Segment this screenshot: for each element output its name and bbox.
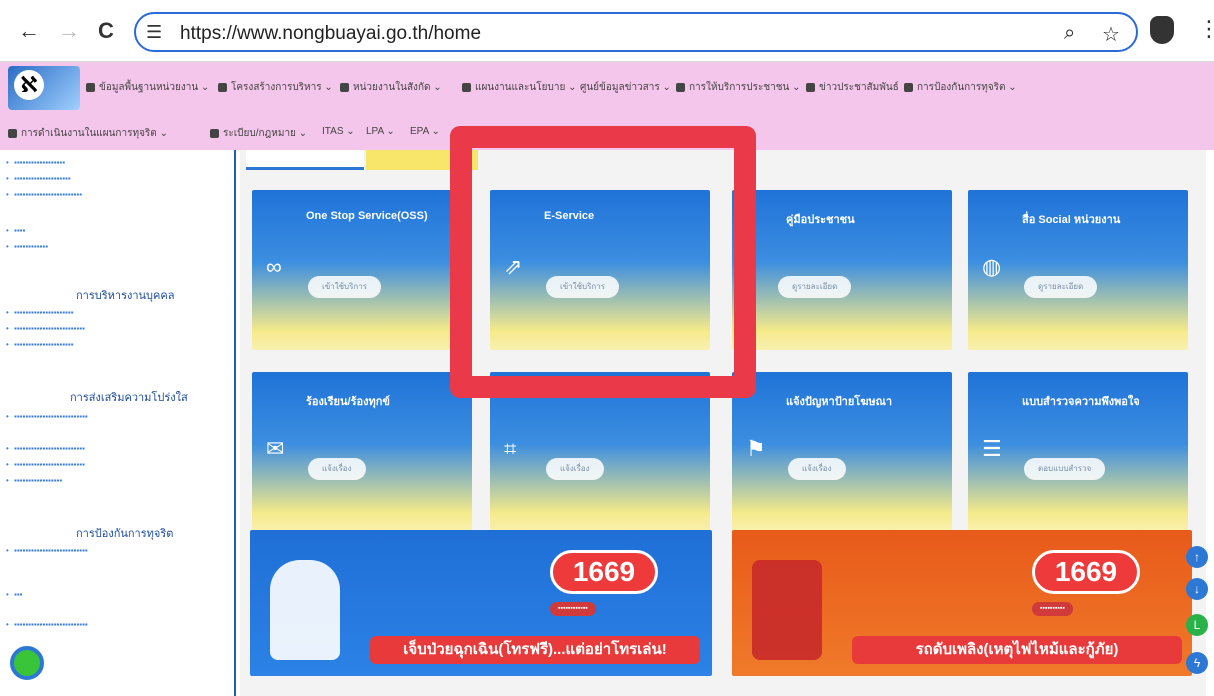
card-button[interactable]: แจ้งเรื่อง <box>788 458 846 480</box>
browser-menu-icon[interactable]: ⋮ <box>1198 16 1214 42</box>
fire-banner[interactable]: 1669 ▪▪▪▪▪▪▪▪▪▪ รถดับเพลิง(เหตุไฟไหม้และ… <box>732 530 1192 676</box>
nav-item[interactable]: EPA ⌄ <box>410 126 440 137</box>
card-button[interactable]: เข้าใช้บริการ <box>308 276 382 298</box>
sidebar-link[interactable]: ▪▪▪▪▪▪▪▪▪▪▪▪▪▪▪▪▪ <box>6 476 62 485</box>
service-card-social[interactable]: สื่อ Social หน่วยงาน ◍ ดูรายละเอียด <box>968 190 1188 350</box>
nav-item[interactable]: แผนงานและนโยบาย ⌄ <box>462 80 576 95</box>
card-button[interactable]: ตอบแบบสำรวจ <box>1024 458 1106 480</box>
sidebar-link[interactable]: ▪▪▪▪▪▪▪▪▪▪▪▪▪▪▪▪▪▪▪▪▪▪▪▪▪▪ <box>6 546 88 555</box>
nav-item[interactable]: ระเบียบ/กฎหมาย ⌄ <box>210 126 307 141</box>
list-icon: ☰ <box>982 436 1002 461</box>
bookmark-star-icon[interactable]: ☆ <box>1102 22 1120 47</box>
hotline-subtitle: ▪▪▪▪▪▪▪▪▪▪▪▪ <box>550 602 596 616</box>
forward-icon[interactable]: → <box>58 16 80 46</box>
sidebar: ▪▪▪▪▪▪▪▪▪▪▪▪▪▪▪▪▪▪ ▪▪▪▪▪▪▪▪▪▪▪▪▪▪▪▪▪▪▪▪ … <box>0 150 236 696</box>
sidebar-link[interactable]: ▪▪▪▪▪▪▪▪▪▪▪▪▪▪▪▪▪▪▪▪▪▪▪▪▪ <box>6 324 85 333</box>
back-icon[interactable]: ← <box>18 16 40 46</box>
highlight-frame <box>450 126 756 398</box>
nav-item[interactable]: การดำเนินงานในแผนการทุจริต ⌄ <box>8 126 168 141</box>
sidebar-heading: การป้องกันการทุจริต <box>76 528 174 540</box>
emergency-banner[interactable]: 1669 ▪▪▪▪▪▪▪▪▪▪▪▪ เจ็บป่วยฉุกเฉิน(โทรฟรี… <box>250 530 712 676</box>
sidebar-heading: การบริหารงานบุคคล <box>76 290 175 302</box>
link-icon: ∞ <box>266 254 282 279</box>
service-card-oss[interactable]: One Stop Service(OSS) ∞ เข้าใช้บริการ <box>252 190 472 350</box>
scroll-down-icon[interactable]: ↓ <box>1186 578 1208 600</box>
card-title: คู่มือประชาชน <box>786 214 855 226</box>
sidebar-link[interactable]: ▪▪▪▪ <box>6 226 26 235</box>
chat-icon: ✉ <box>266 436 285 461</box>
sidebar-link[interactable]: ▪▪▪▪▪▪▪▪▪▪▪▪▪▪▪▪▪▪▪▪▪ <box>6 340 74 349</box>
nav-item[interactable]: หน่วยงานในสังกัด ⌄ <box>340 80 442 95</box>
url-text: https://www.nongbuayai.go.th/home <box>180 23 482 44</box>
sidebar-heading: การส่งเสริมความโปร่งใส <box>70 392 188 404</box>
banner-caption: รถดับเพลิง(เหตุไฟไหม้และกู้ภัย) <box>852 636 1182 664</box>
nav-item[interactable]: การป้องกันการทุจริต ⌄ <box>904 80 1017 95</box>
globe-icon: ◍ <box>982 254 1002 279</box>
banner-caption: เจ็บป่วยฉุกเฉิน(โทรฟรี)...แต่อย่าโทรเล่น… <box>370 636 700 664</box>
sidebar-link[interactable]: ▪▪▪▪▪▪▪▪▪▪▪▪▪▪▪▪▪▪▪▪▪ <box>6 308 74 317</box>
nav-item[interactable]: ITAS ⌄ <box>322 126 355 137</box>
zoom-icon[interactable]: ⌕ <box>1064 22 1075 45</box>
sidebar-link[interactable]: ▪▪▪ <box>6 590 22 599</box>
site-settings-icon[interactable]: ☰ <box>146 22 162 43</box>
card-button[interactable]: แจ้งเรื่อง <box>546 458 604 480</box>
fire-truck-illustration <box>752 560 822 660</box>
sidebar-link[interactable]: ▪▪▪▪▪▪▪▪▪▪▪▪▪▪▪▪▪▪▪▪▪▪▪▪▪ <box>6 444 85 453</box>
card-button[interactable]: ดูรายละเอียด <box>1024 276 1098 298</box>
nav-item[interactable]: LPA ⌄ <box>366 126 395 137</box>
scroll-up-icon[interactable]: ↑ <box>1186 546 1208 568</box>
browser-toolbar: ← → C ☰ https://www.nongbuayai.go.th/hom… <box>0 0 1214 62</box>
scan-icon: ⌗ <box>504 436 517 461</box>
card-title: สื่อ Social หน่วยงาน <box>1022 214 1121 226</box>
hotline-number: 1669 <box>1032 550 1140 594</box>
service-card-survey[interactable]: แบบสำรวจความพึงพอใจ ☰ ตอบแบบสำรวจ <box>968 372 1188 532</box>
extension-icon[interactable] <box>1150 16 1174 44</box>
nav-item[interactable]: ข่าวประชาสัมพันธ์ ⌄ <box>806 80 910 95</box>
nav-item[interactable]: การให้บริการประชาชน ⌄ <box>676 80 801 95</box>
sidebar-link[interactable]: ▪▪▪▪▪▪▪▪▪▪▪▪▪▪▪▪▪▪▪▪▪▪▪▪▪▪ <box>6 412 88 421</box>
service-card-sign-report[interactable]: แจ้งปัญหาป้ายโฆษณา ⚑ แจ้งเรื่อง <box>732 372 952 532</box>
sidebar-link[interactable]: ▪▪▪▪▪▪▪▪▪▪▪▪▪▪▪▪▪▪▪▪ <box>6 174 71 183</box>
doctor-illustration <box>270 560 340 660</box>
nav-item[interactable]: ศูนย์ข้อมูลข่าวสาร ⌄ <box>580 80 671 95</box>
nav-item[interactable]: ข้อมูลพื้นฐานหน่วยงาน ⌄ <box>86 80 209 95</box>
card-title: แบบสำรวจความพึงพอใจ <box>1022 396 1140 408</box>
sidebar-link[interactable]: ▪▪▪▪▪▪▪▪▪▪▪▪▪▪▪▪▪▪▪▪▪▪▪▪▪▪ <box>6 620 88 629</box>
chat-widget-icon[interactable] <box>10 646 44 680</box>
messenger-icon[interactable]: ϟ <box>1186 652 1208 674</box>
card-title: One Stop Service(OSS) <box>306 210 428 222</box>
card-title: ร้องเรียน/ร้องทุกข์ <box>306 396 390 408</box>
tab-active[interactable] <box>246 150 364 170</box>
hotline-subtitle: ▪▪▪▪▪▪▪▪▪▪ <box>1032 602 1073 616</box>
reload-icon[interactable]: C <box>98 16 114 46</box>
service-card-complaint[interactable]: ร้องเรียน/ร้องทุกข์ ✉ แจ้งเรื่อง <box>252 372 472 532</box>
sidebar-link[interactable]: ▪▪▪▪▪▪▪▪▪▪▪▪ <box>6 242 48 251</box>
mourning-ribbon-icon: ℵ <box>14 70 44 100</box>
service-card-manual[interactable]: คู่มือประชาชน ดูรายละเอียด <box>732 190 952 350</box>
sidebar-link[interactable]: ▪▪▪▪▪▪▪▪▪▪▪▪▪▪▪▪▪▪ <box>6 158 65 167</box>
hotline-number: 1669 <box>550 550 658 594</box>
flag-icon: ⚑ <box>746 436 766 461</box>
line-icon[interactable]: L <box>1186 614 1208 636</box>
nav-item[interactable]: โครงสร้างการบริหาร ⌄ <box>218 80 333 95</box>
card-button[interactable]: ดูรายละเอียด <box>778 276 852 298</box>
card-title: แจ้งปัญหาป้ายโฆษณา <box>786 396 892 408</box>
card-button[interactable]: แจ้งเรื่อง <box>308 458 366 480</box>
sidebar-link[interactable]: ▪▪▪▪▪▪▪▪▪▪▪▪▪▪▪▪▪▪▪▪▪▪▪▪▪ <box>6 460 85 469</box>
sidebar-link[interactable]: ▪▪▪▪▪▪▪▪▪▪▪▪▪▪▪▪▪▪▪▪▪▪▪▪ <box>6 190 82 199</box>
address-bar[interactable]: ☰ https://www.nongbuayai.go.th/home ⌕ ☆ <box>134 12 1138 52</box>
